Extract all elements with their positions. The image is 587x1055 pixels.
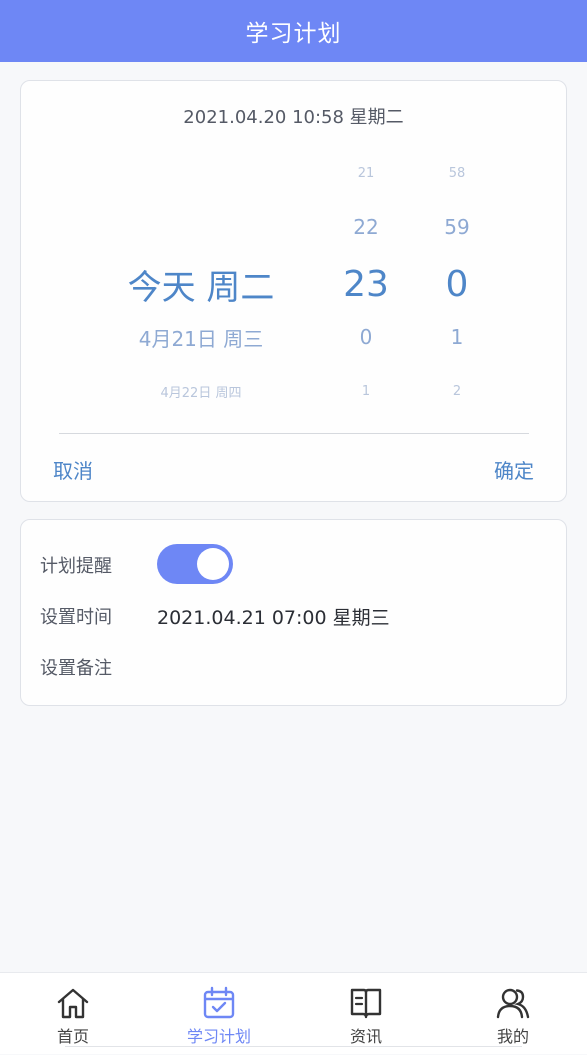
minute-option[interactable]: 1 xyxy=(411,317,503,357)
reminder-label: 计划提醒 xyxy=(40,556,112,577)
picker-row[interactable]: 4月22日 周四 1 2 xyxy=(21,371,566,411)
page-title: 学习计划 xyxy=(245,21,342,47)
minute-option[interactable]: 59 xyxy=(411,207,503,247)
home-icon xyxy=(57,988,89,1019)
day-option[interactable]: 4月22日 周四 xyxy=(81,371,321,411)
tab-label: 我的 xyxy=(496,1027,529,1046)
tab-label: 学习计划 xyxy=(186,1027,251,1046)
day-option[interactable] xyxy=(81,207,321,247)
time-label: 设置时间 xyxy=(40,607,112,628)
tab-study-plan[interactable]: 学习计划 xyxy=(146,973,292,1055)
hour-option[interactable]: 1 xyxy=(321,371,411,411)
datetime-picker-card: 2021.04.20 10:58 星期二 21 58 22 59 今天 周二 2… xyxy=(20,80,567,502)
plan-settings-card: 计划提醒 设置时间 2021.04.21 07:00 星期三 设置备注 xyxy=(20,519,567,706)
day-option[interactable] xyxy=(81,153,321,193)
picker-row[interactable]: 4月21日 周三 0 1 xyxy=(21,317,566,357)
picker-row-selected[interactable]: 今天 周二 23 0 xyxy=(21,261,566,308)
day-option[interactable]: 4月21日 周三 xyxy=(81,317,321,357)
app-header: 学习计划 xyxy=(0,0,587,62)
home-indicator xyxy=(65,1046,522,1052)
tab-mine[interactable]: 我的 xyxy=(440,973,586,1055)
tab-label: 资讯 xyxy=(349,1027,382,1046)
hour-option[interactable]: 0 xyxy=(321,317,411,357)
picker-row[interactable]: 22 59 xyxy=(21,207,566,247)
note-label[interactable]: 设置备注 xyxy=(40,654,112,680)
hour-option-selected[interactable]: 23 xyxy=(321,261,411,307)
picker-row[interactable]: 21 58 xyxy=(21,153,566,193)
calendar-check-icon xyxy=(203,986,235,1019)
book-icon xyxy=(350,988,382,1019)
minute-option[interactable]: 58 xyxy=(411,153,503,193)
divider xyxy=(59,433,529,434)
tab-news[interactable]: 资讯 xyxy=(293,973,439,1055)
day-option-selected[interactable]: 今天 周二 xyxy=(81,261,321,308)
confirm-button[interactable]: 确定 xyxy=(494,455,534,484)
tab-label: 首页 xyxy=(56,1027,89,1046)
current-datetime: 2021.04.20 10:58 星期二 xyxy=(183,107,404,128)
cancel-button[interactable]: 取消 xyxy=(53,455,93,484)
users-icon xyxy=(496,988,530,1019)
toggle-knob xyxy=(197,548,229,580)
hour-option[interactable]: 21 xyxy=(321,153,411,193)
minute-option[interactable]: 2 xyxy=(411,371,503,411)
tab-home[interactable]: 首页 xyxy=(0,973,146,1055)
hour-option[interactable]: 22 xyxy=(321,207,411,247)
reminder-toggle[interactable] xyxy=(157,544,233,584)
bottom-tab-bar: 首页 学习计划 资讯 我的 xyxy=(0,972,587,1054)
minute-option-selected[interactable]: 0 xyxy=(411,261,503,307)
time-value[interactable]: 2021.04.21 07:00 星期三 xyxy=(157,603,390,630)
